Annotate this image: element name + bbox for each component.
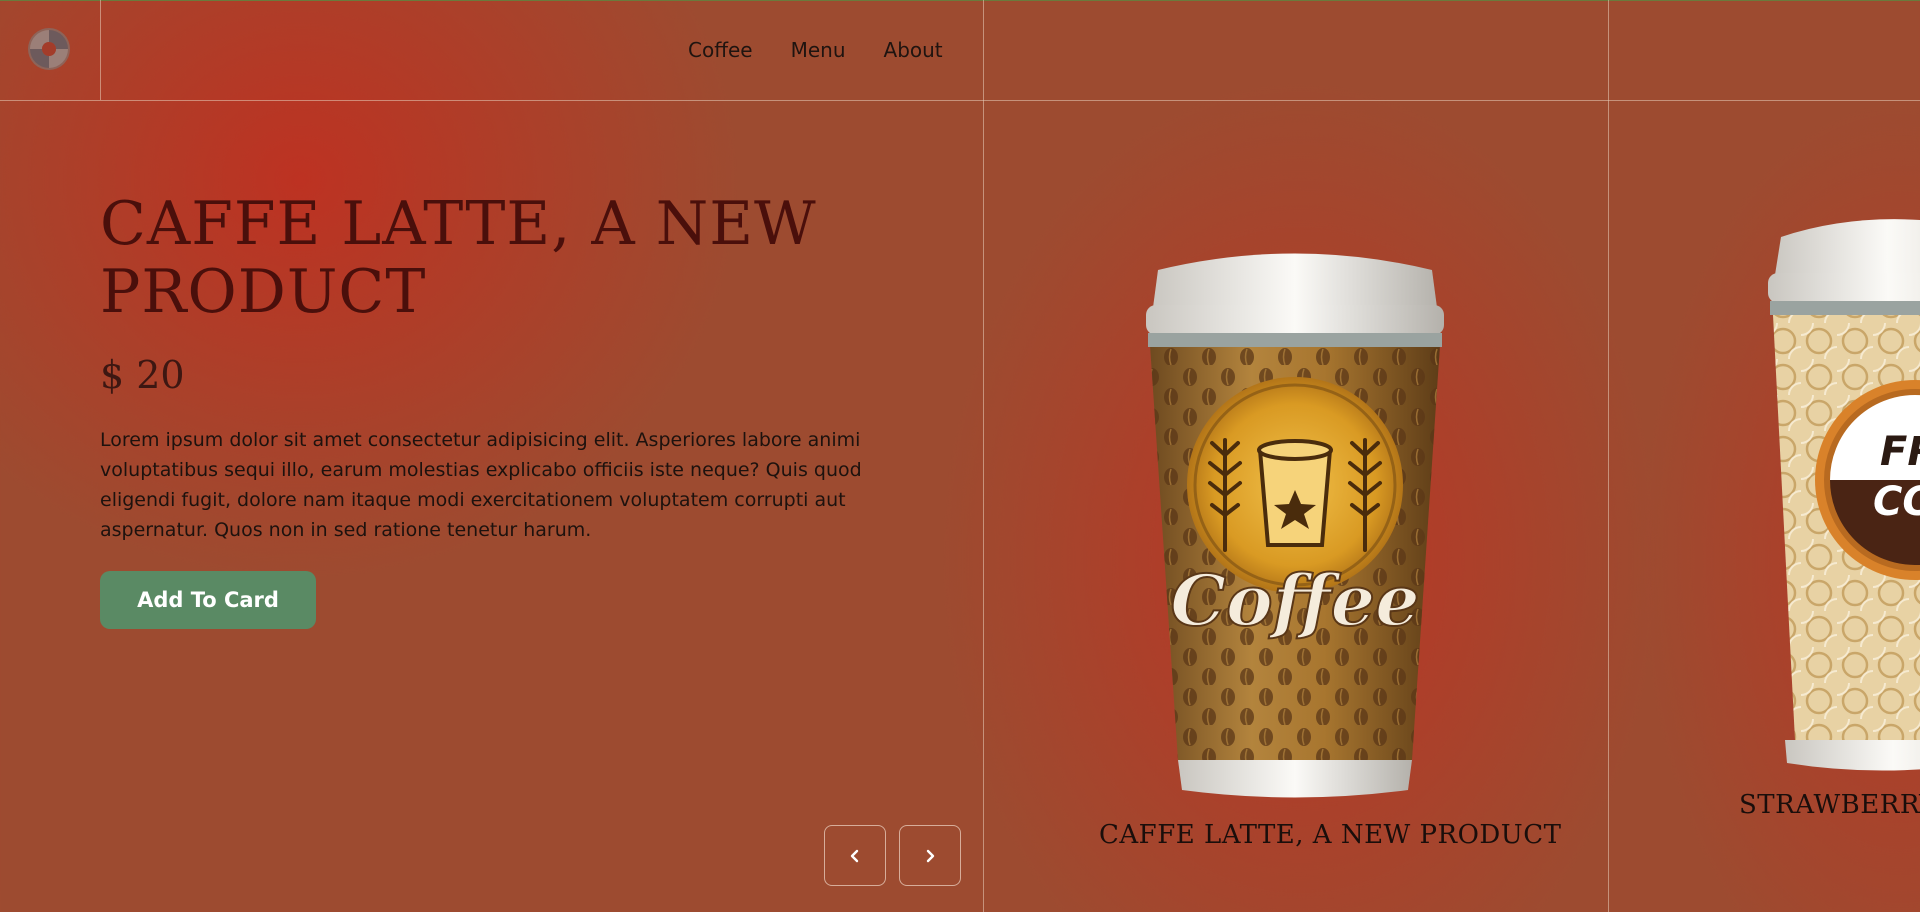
nav-item-about[interactable]: About — [884, 38, 943, 62]
top-edge-line — [0, 0, 1920, 1]
hero-price: $ 20 — [100, 353, 185, 397]
chevron-right-icon — [926, 849, 935, 862]
card-label-strawberry[interactable]: STRAWBERRY — [1739, 790, 1920, 820]
hero-description: Lorem ipsum dolor sit amet consectetur a… — [100, 429, 862, 541]
header-divider — [0, 100, 1920, 101]
add-to-card-button[interactable]: Add To Card — [100, 571, 316, 629]
cup-brand-text: Coffee — [1170, 559, 1419, 642]
nav-item-menu[interactable]: Menu — [791, 38, 846, 62]
svg-text:COFFEE: COFFEE — [1873, 479, 1920, 525]
main-nav: Coffee Menu About — [688, 38, 943, 62]
carousel-prev-button[interactable] — [824, 825, 886, 886]
nav-item-coffee[interactable]: Coffee — [688, 38, 753, 62]
logo-divider — [100, 0, 101, 100]
hero-title: CAFFE LATTE, A NEW PRODUCT — [100, 189, 817, 327]
svg-text:FRESH: FRESH — [1880, 429, 1920, 475]
strawberry-cup-image[interactable]: FRESH COFFEE — [1765, 215, 1920, 775]
coffee-cup-image[interactable]: Coffee — [1140, 245, 1450, 800]
logo-icon[interactable] — [26, 26, 72, 72]
column-divider-1 — [983, 0, 984, 912]
chevron-left-icon — [850, 849, 859, 862]
card-label-caffe-latte[interactable]: CAFFE LATTE, A NEW PRODUCT — [1099, 820, 1561, 850]
carousel-next-button[interactable] — [899, 825, 961, 886]
column-divider-2 — [1608, 0, 1609, 912]
